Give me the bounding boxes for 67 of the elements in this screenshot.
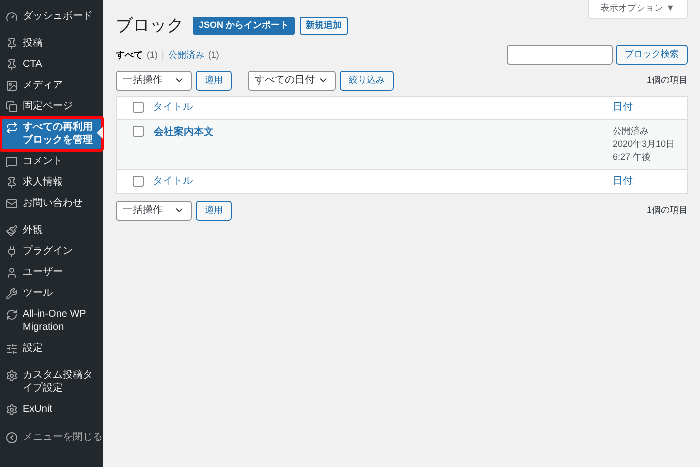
- page-title: ブロック: [116, 15, 184, 37]
- settings-icon: [6, 404, 18, 416]
- item-count: 1個の項目: [646, 74, 688, 87]
- refresh-icon: [6, 309, 18, 321]
- column-header[interactable]: 日付: [613, 100, 687, 115]
- checkbox[interactable]: [133, 102, 144, 113]
- view-filter-link[interactable]: すべて: [116, 49, 143, 62]
- pin-icon: [6, 59, 18, 71]
- sidebar-item[interactable]: すべての再利用ブロックを管理: [0, 117, 103, 151]
- sidebar-item[interactable]: 投稿: [0, 33, 103, 54]
- user-icon: [6, 267, 18, 279]
- view-filter-link[interactable]: 公開済み: [168, 49, 204, 62]
- screen-options-tab[interactable]: 表示オプション ▼: [588, 0, 688, 19]
- import-button[interactable]: JSON からインポート: [193, 16, 296, 35]
- image-icon: [6, 80, 18, 92]
- block-title-link[interactable]: 会社案内本文: [154, 124, 613, 140]
- view-separator: |: [162, 49, 164, 62]
- gauge-icon: [6, 11, 18, 23]
- column-header[interactable]: タイトル: [153, 174, 613, 188]
- sidebar-item[interactable]: CTA: [0, 54, 103, 75]
- pin-icon: [6, 177, 18, 189]
- collapse-menu-button[interactable]: メニューを閉じる: [0, 426, 103, 449]
- pin-icon: [6, 38, 18, 50]
- apply-button[interactable]: 適用: [196, 70, 232, 90]
- bulk-action-select[interactable]: 一括操作: [116, 70, 192, 90]
- date-filter-select[interactable]: すべての日付: [248, 70, 336, 90]
- sidebar-item[interactable]: 求人情報: [0, 172, 103, 193]
- apply-button[interactable]: 適用: [196, 200, 232, 220]
- pages-icon: [6, 101, 18, 113]
- wrench-icon: [6, 288, 18, 300]
- current-marker-icon: [97, 127, 103, 139]
- sidebar-item[interactable]: 外観: [0, 220, 103, 241]
- sidebar-item[interactable]: メディア: [0, 75, 103, 96]
- date-text: 公開済み: [613, 124, 650, 138]
- sidebar-item[interactable]: コメント: [0, 151, 103, 172]
- sidebar-item[interactable]: プラグイン: [0, 241, 103, 262]
- view-count: (1): [208, 49, 220, 62]
- sliders-icon: [6, 343, 18, 355]
- sidebar-item[interactable]: All-in-One WP Migration: [0, 304, 103, 338]
- date-text: 6:27 午後: [613, 150, 652, 164]
- comment-icon: [6, 156, 18, 168]
- search-field[interactable]: [507, 44, 613, 64]
- column-header[interactable]: 日付: [613, 174, 687, 188]
- sidebar-item[interactable]: お問い合わせ: [0, 193, 103, 214]
- search-button[interactable]: ブロック検索: [616, 44, 688, 64]
- sidebar-item[interactable]: ダッシュボード: [0, 6, 103, 27]
- paintbrush-icon: [6, 225, 18, 237]
- sidebar-item[interactable]: ExUnit: [0, 399, 103, 420]
- settings-icon: [6, 370, 18, 382]
- column-header[interactable]: タイトル: [153, 100, 613, 115]
- add-new-button[interactable]: 新規追加: [300, 16, 348, 35]
- mail-icon: [6, 198, 18, 210]
- sidebar-item[interactable]: 固定ページ: [0, 96, 103, 117]
- filter-button[interactable]: 絞り込み: [340, 70, 394, 90]
- item-count: 1個の項目: [646, 204, 688, 217]
- view-count: (1): [147, 49, 158, 62]
- sidebar-item[interactable]: カスタム投稿タイプ設定: [0, 365, 103, 399]
- checkbox[interactable]: [133, 176, 144, 186]
- collapse-icon: [6, 432, 18, 444]
- sidebar-item[interactable]: 設定: [0, 338, 103, 359]
- bulk-action-select[interactable]: 一括操作: [116, 200, 192, 220]
- repeat-icon: [6, 122, 18, 134]
- plug-icon: [6, 246, 18, 258]
- checkbox[interactable]: [133, 126, 144, 136]
- sidebar-item[interactable]: ツール: [0, 283, 103, 304]
- date-text: 2020年3月10日: [613, 138, 676, 150]
- sidebar-item[interactable]: ユーザー: [0, 262, 103, 283]
